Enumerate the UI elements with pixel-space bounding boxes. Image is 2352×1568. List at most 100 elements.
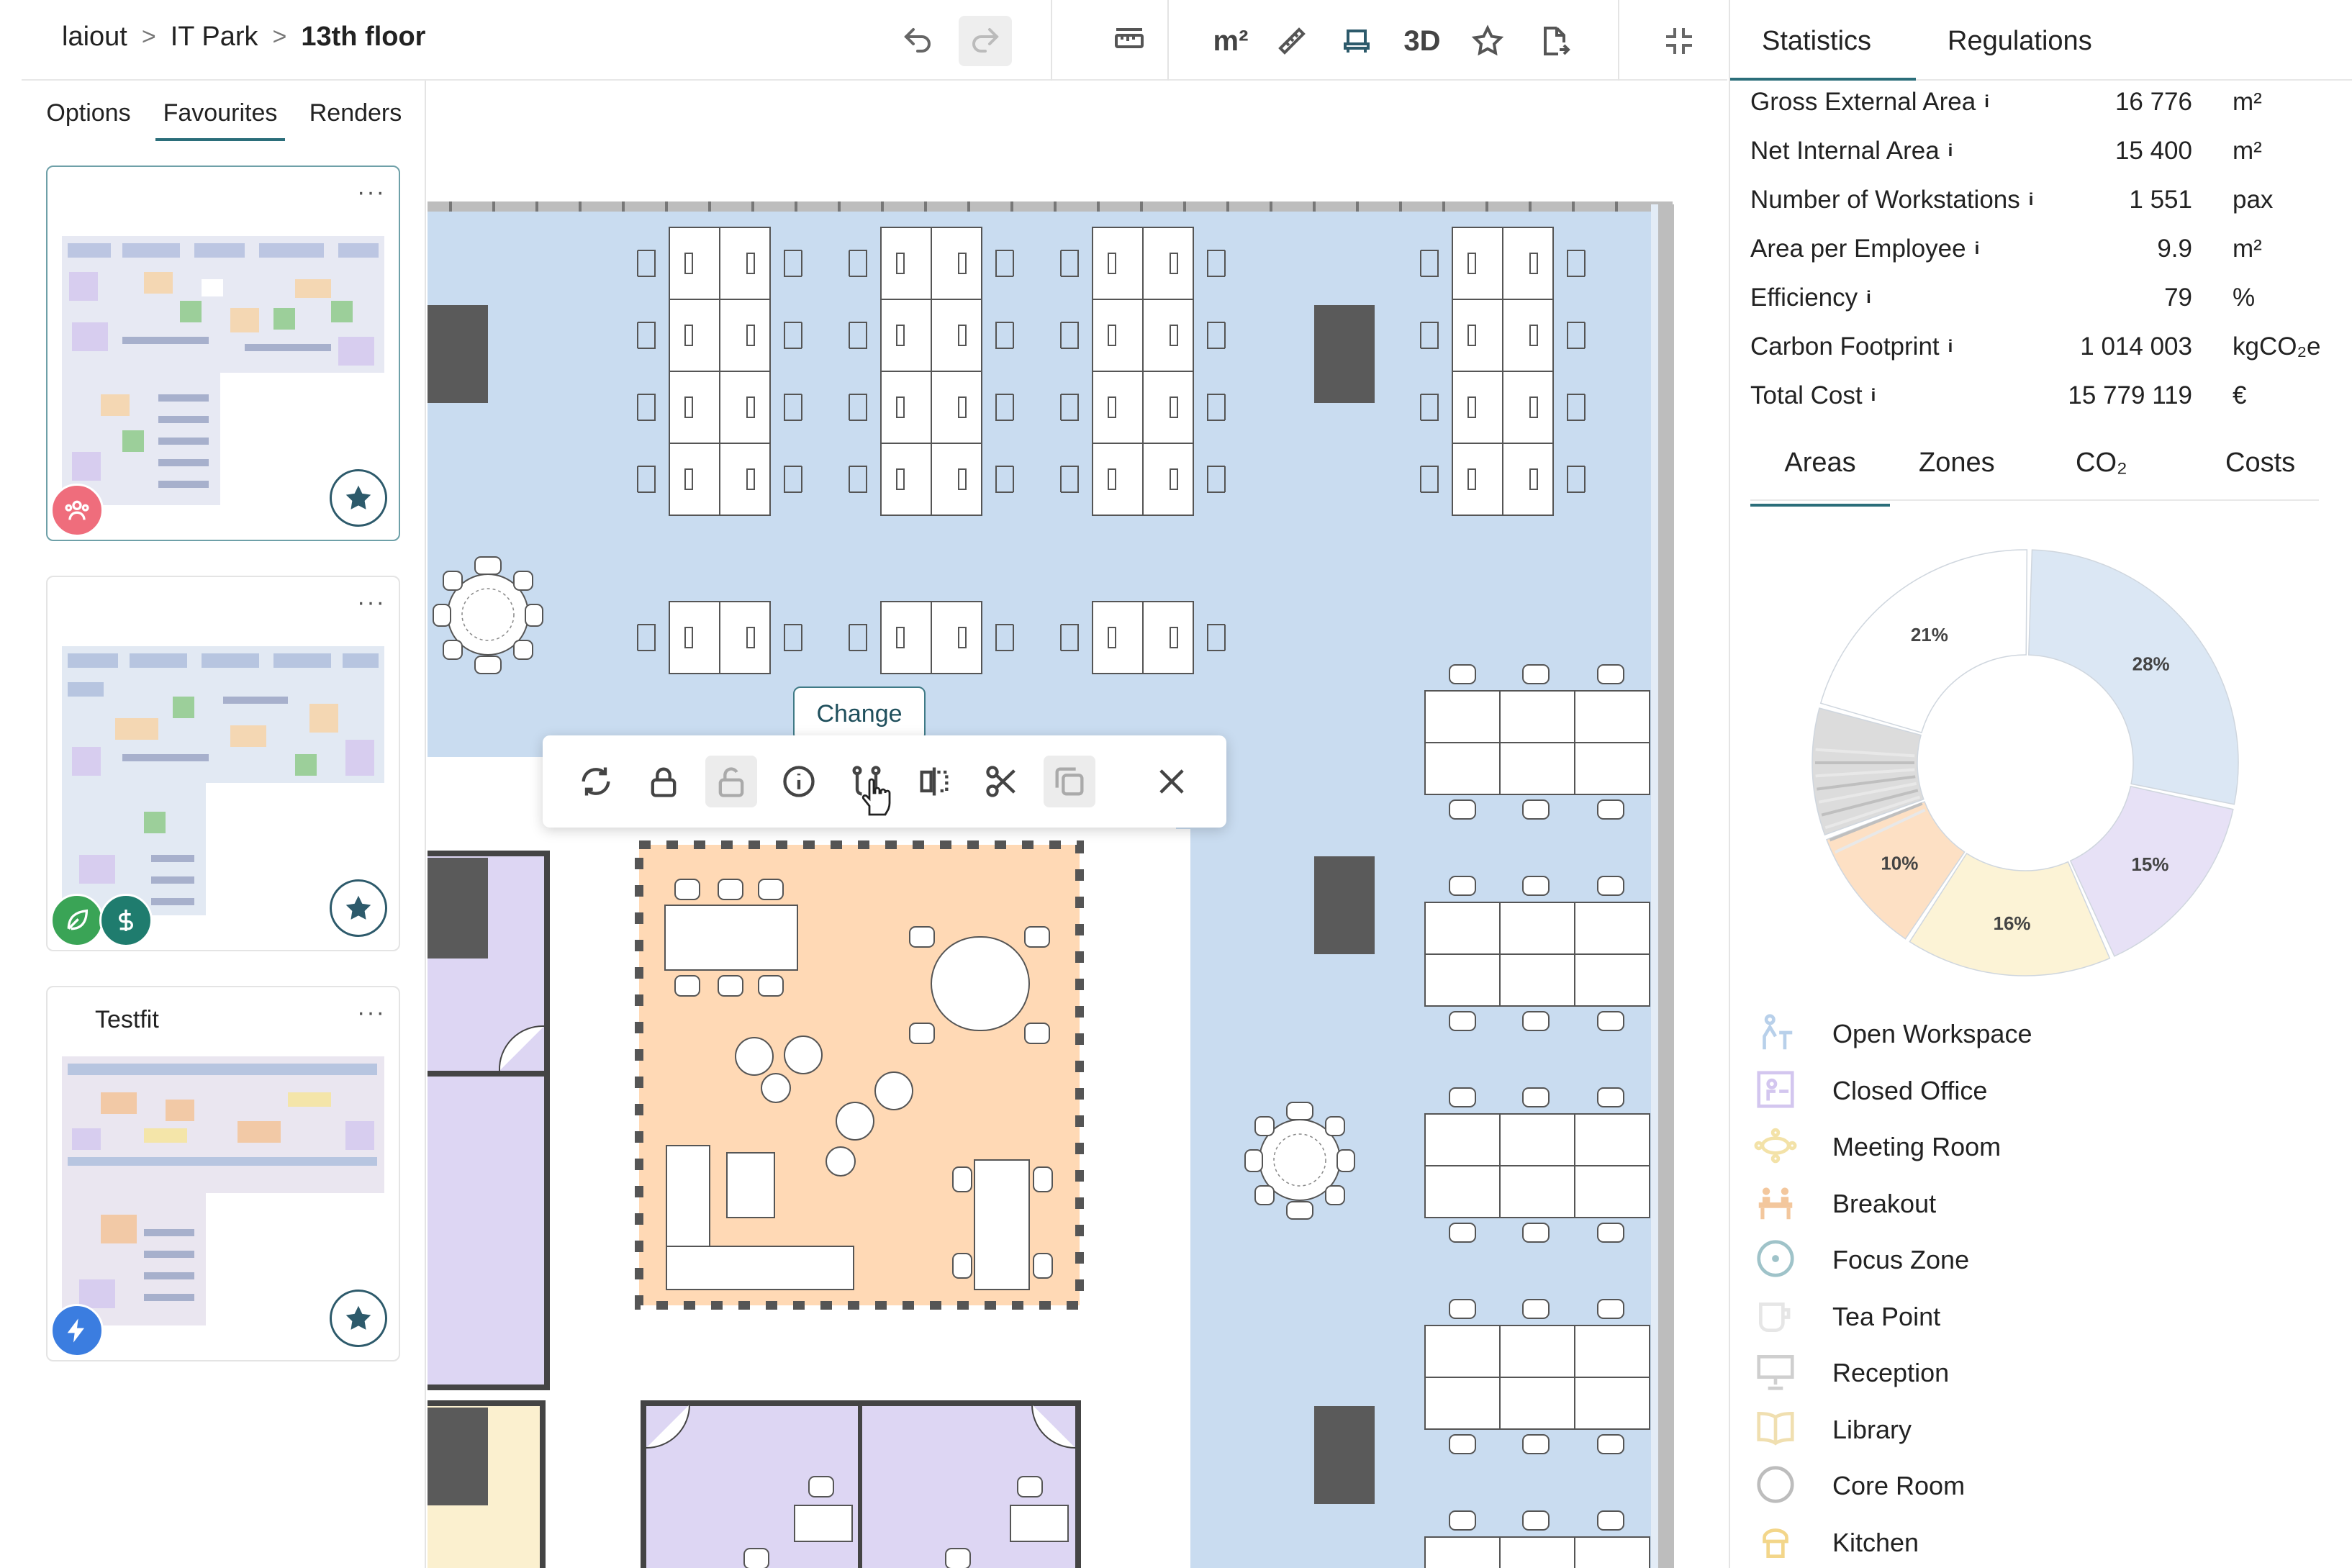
redo-button[interactable] — [959, 16, 1012, 66]
round-table[interactable] — [433, 556, 543, 674]
undo-button[interactable] — [892, 16, 943, 66]
donut-slice-label: 10% — [1881, 853, 1918, 874]
mirror-button[interactable] — [908, 756, 960, 807]
toolbar-divider — [1618, 0, 1619, 81]
stat-value: 1 551 — [2129, 186, 2192, 214]
tab-areas[interactable]: Areas — [1750, 448, 1890, 507]
legend-label: Reception — [1832, 1358, 1950, 1387]
stat-unit: m² — [2233, 88, 2262, 116]
measure-button[interactable] — [1265, 16, 1319, 66]
lock-button[interactable] — [638, 756, 689, 807]
refresh-icon — [582, 767, 610, 796]
cost-badge — [99, 894, 153, 947]
breakout-zone-selected[interactable] — [635, 840, 1084, 1310]
areas-donut-chart[interactable]: 28% 15% 16% 10% 21% — [1795, 533, 2256, 993]
legend-item[interactable]: Reception — [1753, 1346, 2329, 1403]
collapse-button[interactable] — [1652, 16, 1706, 66]
stat-value: 1 014 003 — [2080, 332, 2192, 361]
file-export-icon — [1544, 27, 1570, 55]
tab-statistics[interactable]: Statistics — [1762, 26, 1871, 57]
undo-icon — [904, 28, 931, 53]
stat-label: Total Cost — [1750, 381, 1863, 409]
mirror-icon — [920, 767, 949, 796]
kitchen-icon — [1763, 1528, 1788, 1558]
favourite-card[interactable]: ··· — [46, 166, 400, 541]
dimensions-button[interactable] — [1103, 16, 1156, 66]
info-icon[interactable]: i — [1975, 239, 1980, 258]
star-icon — [345, 1305, 371, 1330]
tab-favourites[interactable]: Favourites — [155, 81, 285, 141]
stat-label: Net Internal Area — [1750, 137, 1940, 165]
breakout-icon — [1758, 1187, 1793, 1219]
legend-item[interactable]: Meeting Room — [1753, 1120, 2329, 1177]
tab-regulations[interactable]: Regulations — [1948, 26, 2092, 57]
stat-value: 16 776 — [2114, 88, 2192, 116]
legend-item[interactable]: Core Room — [1753, 1459, 2329, 1516]
star-outline-icon — [1471, 24, 1504, 56]
card-menu-button[interactable]: ··· — [357, 178, 386, 207]
favourite-card[interactable]: Testfit ··· — [46, 986, 400, 1361]
favourite-star-button[interactable] — [330, 469, 387, 527]
view-3d-button[interactable]: 3D — [1393, 16, 1451, 66]
stat-label: Number of Workstations — [1750, 186, 2020, 214]
donut-slice-label: 15% — [2131, 853, 2168, 875]
focus-zone-icon — [1757, 1240, 1794, 1277]
tab-costs[interactable]: Costs — [2225, 448, 2295, 479]
legend-item[interactable]: Breakout — [1753, 1177, 2329, 1234]
rotate-button[interactable] — [570, 756, 622, 807]
info-icon[interactable]: i — [1948, 337, 1953, 356]
area-button[interactable]: m² — [1202, 16, 1259, 66]
copy-icon — [1055, 767, 1084, 796]
active-tab-indicator — [1730, 78, 1916, 81]
favourite-button[interactable] — [1461, 16, 1514, 66]
right-tabs: Statistics Regulations — [1730, 0, 2352, 81]
tab-co2[interactable]: CO₂ — [2076, 448, 2127, 479]
cut-button[interactable] — [976, 756, 1028, 807]
duplicate-button[interactable] — [1044, 756, 1095, 807]
card-menu-button[interactable]: ··· — [357, 999, 386, 1027]
stat-unit: % — [2233, 284, 2256, 312]
legend-item[interactable]: Focus Zone — [1753, 1233, 2329, 1290]
favourite-card[interactable]: ··· — [46, 576, 400, 951]
tab-zones[interactable]: Zones — [1919, 448, 1995, 479]
legend-item[interactable]: Closed Office — [1753, 1064, 2329, 1121]
unlock-button[interactable] — [705, 756, 757, 807]
info-button[interactable] — [773, 756, 825, 807]
donut-slice[interactable] — [2028, 549, 2239, 805]
legend-item[interactable]: Tea Point — [1753, 1290, 2329, 1347]
stat-value: 9.9 — [2157, 235, 2192, 263]
legend-item[interactable]: Library — [1753, 1403, 2329, 1460]
toolbar-divider — [1051, 0, 1052, 81]
card-menu-button[interactable]: ··· — [357, 589, 386, 617]
stat-unit: m² — [2233, 137, 2262, 165]
info-icon[interactable]: i — [1984, 92, 1989, 112]
stat-row: Net Internal Area i 15 400 m² — [1750, 132, 2348, 181]
favourite-star-button[interactable] — [330, 879, 387, 937]
info-icon[interactable]: i — [1866, 288, 1871, 307]
legend-label: Tea Point — [1832, 1301, 1941, 1331]
breadcrumb-floor: 13th floor — [301, 22, 426, 52]
furniture-button[interactable] — [1330, 16, 1383, 66]
export-button[interactable] — [1527, 16, 1580, 66]
tab-options[interactable]: Options — [22, 81, 155, 141]
tab-renders[interactable]: Renders — [285, 81, 426, 141]
favourite-star-button[interactable] — [330, 1290, 387, 1347]
close-toolbar-button[interactable] — [1146, 756, 1198, 807]
legend-label: Meeting Room — [1832, 1132, 2002, 1161]
info-icon — [783, 766, 815, 797]
breadcrumb-building[interactable]: IT Park — [171, 22, 258, 53]
selection-toolbar — [543, 735, 1226, 828]
stat-row: Total Cost i 15 779 119 € — [1750, 377, 2348, 426]
left-panel: Options Favourites Renders ··· ··· Testf… — [22, 81, 426, 1568]
dollar-icon — [119, 910, 133, 931]
scissors-icon — [986, 766, 1016, 797]
info-icon[interactable]: i — [2029, 190, 2034, 209]
legend-item[interactable]: Kitchen — [1753, 1516, 2329, 1568]
people-badge — [50, 484, 104, 537]
stat-unit: m² — [2233, 235, 2262, 263]
breadcrumb-org[interactable]: laiout — [62, 22, 127, 53]
legend-item[interactable]: Open Workspace — [1753, 1007, 2329, 1064]
top-bar: laiout > IT Park > 13th floor m² 3D — [22, 0, 1727, 81]
info-icon[interactable]: i — [1948, 141, 1953, 160]
info-icon[interactable]: i — [1871, 386, 1876, 405]
